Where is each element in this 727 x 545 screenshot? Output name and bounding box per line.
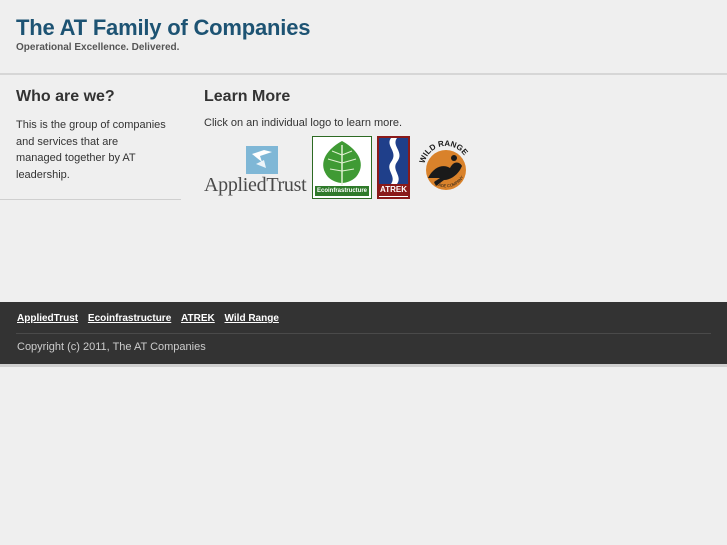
footer-divider xyxy=(16,333,711,334)
appliedtrust-logo[interactable]: AppliedTrust xyxy=(204,146,308,198)
learn-more-instruction: Click on an individual logo to learn mor… xyxy=(204,117,403,129)
atrek-wordmark: ATREK xyxy=(379,184,408,196)
footer-link-appliedtrust[interactable]: AppliedTrust xyxy=(17,313,78,324)
company-logos: AppliedTrust Ecoinfrastructure ATREK WIL… xyxy=(204,136,504,200)
footer-links: AppliedTrust Ecoinfrastructure ATREK Wil… xyxy=(17,313,286,324)
main-content: Who are we? This is the group of compani… xyxy=(0,75,727,302)
footer-link-atrek[interactable]: ATREK xyxy=(181,313,215,324)
site-header: The AT Family of Companies Operational E… xyxy=(0,0,727,75)
site-title[interactable]: The AT Family of Companies xyxy=(16,15,310,41)
learn-more-heading: Learn More xyxy=(204,88,291,105)
about-section: Who are we? This is the group of compani… xyxy=(0,75,181,200)
site-tagline: Operational Excellence. Delivered. xyxy=(16,42,180,53)
atrek-logo[interactable]: ATREK xyxy=(377,136,410,199)
wildrange-logo[interactable]: WILD RANGE TRADE COMPANY xyxy=(414,136,478,199)
river-icon xyxy=(379,138,408,184)
site-footer: AppliedTrust Ecoinfrastructure ATREK Wil… xyxy=(0,302,727,367)
copyright-text: Copyright (c) 2011, The AT Companies xyxy=(17,341,206,353)
footer-link-ecoinfrastructure[interactable]: Ecoinfrastructure xyxy=(88,313,171,324)
appliedtrust-wordmark: AppliedTrust xyxy=(204,174,307,196)
about-heading: Who are we? xyxy=(16,88,115,105)
leaf-icon xyxy=(323,141,361,185)
horse-rider-icon: WILD RANGE TRADE COMPANY xyxy=(418,139,470,190)
about-text: This is the group of companies and servi… xyxy=(16,119,166,181)
footer-link-wildrange[interactable]: Wild Range xyxy=(225,313,279,324)
appliedtrust-mark-icon xyxy=(246,146,278,174)
ecoinfrastructure-wordmark: Ecoinfrastructure xyxy=(315,186,369,196)
ecoinfrastructure-logo[interactable]: Ecoinfrastructure xyxy=(312,136,372,199)
